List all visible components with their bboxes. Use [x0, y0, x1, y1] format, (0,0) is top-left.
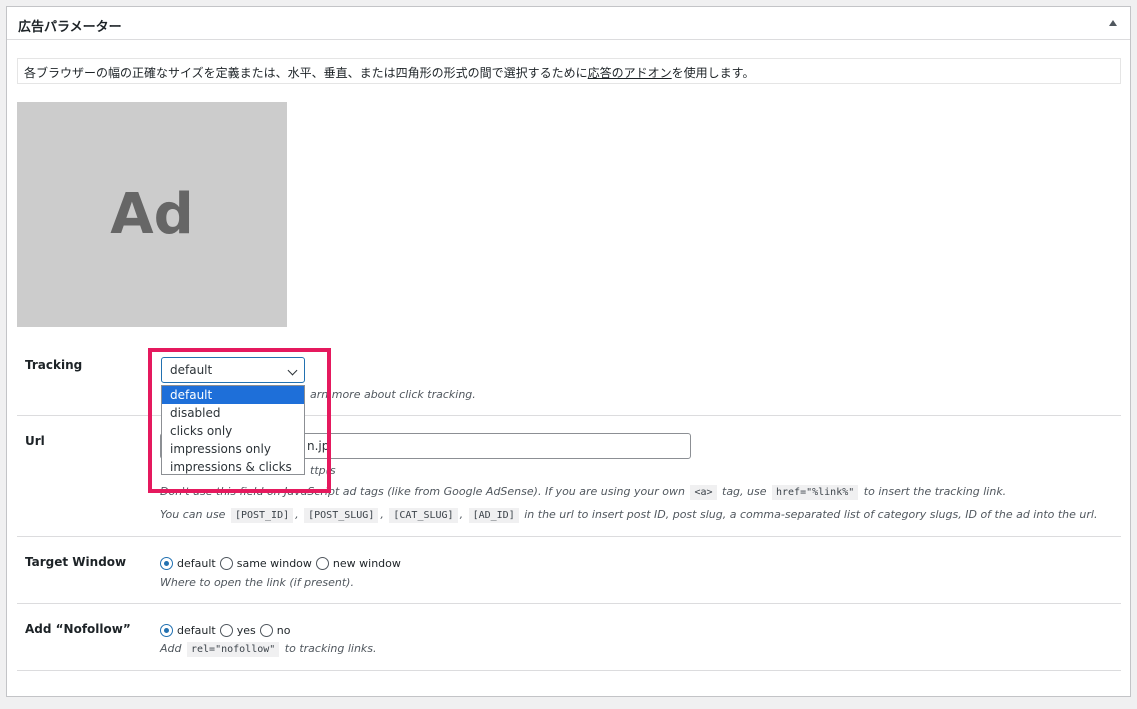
addon-link[interactable]: 応答のアドオン: [588, 66, 672, 80]
url-label: Url: [25, 434, 45, 448]
target-window-help: Where to open the link (if present).: [160, 576, 354, 589]
code-post-id: [POST_ID]: [230, 508, 294, 523]
tracking-label: Tracking: [25, 358, 83, 372]
url-desc1-mid: tag, use: [722, 485, 767, 498]
target-window-same-label[interactable]: same window: [237, 557, 312, 570]
tracking-select[interactable]: default: [161, 357, 305, 383]
ad-preview-image: Ad: [17, 102, 287, 327]
nofollow-no-radio[interactable]: [259, 624, 273, 637]
row-divider: [17, 603, 1121, 604]
nofollow-default-label[interactable]: default: [177, 624, 216, 637]
chevron-down-icon: [287, 365, 298, 376]
notice-text-before: 各ブラウザーの幅の正確なサイズを定義または、水平、垂直、または四角形の形式の間で…: [24, 66, 588, 80]
tracking-option-impressions-clicks[interactable]: impressions & clicks: [162, 458, 304, 476]
target-window-new-radio[interactable]: [315, 557, 329, 570]
ad-parameters-box: 広告パラメーター 各ブラウザーの幅の正確なサイズを定義または、水平、垂直、または…: [6, 6, 1131, 697]
url-input-value: n.jp: [307, 439, 330, 453]
row-divider: [17, 536, 1121, 537]
url-desc2-start: You can use: [160, 508, 226, 521]
target-window-default-radio[interactable]: [160, 557, 173, 570]
nofollow-default-radio[interactable]: [160, 624, 173, 637]
code-post-slug: [POST_SLUG]: [304, 508, 379, 523]
nofollow-help-start: Add: [160, 642, 182, 655]
postbox-title: 広告パラメーター: [18, 20, 122, 35]
ad-preview-text: Ad: [110, 182, 194, 247]
code-cat-slug: [CAT_SLUG]: [389, 508, 458, 523]
target-window-options: default same window new window: [160, 557, 405, 570]
postbox-header[interactable]: 広告パラメーター: [7, 7, 1130, 40]
url-desc1-end: to insert the tracking link.: [863, 485, 1007, 498]
notice-text-after: を使用します。: [671, 66, 755, 80]
tracking-option-impressions-only[interactable]: impressions only: [162, 440, 304, 458]
url-description-2: You can use [POST_ID], [POST_SLUG], [CAT…: [160, 508, 1098, 523]
url-description-1: Don't use this field on JavaScript ad ta…: [160, 485, 1007, 500]
sizing-notice: 各ブラウザーの幅の正確なサイズを定義または、水平、垂直、または四角形の形式の間で…: [17, 58, 1121, 84]
url-hint-partial: ttp(s: [310, 464, 336, 477]
code-rel-nofollow: rel="nofollow": [187, 642, 280, 657]
url-desc1-start: Don't use this field on JavaScript ad ta…: [160, 485, 685, 498]
nofollow-help-end: to tracking links.: [284, 642, 377, 655]
code-ad-id: [AD_ID]: [468, 508, 519, 523]
target-window-new-label[interactable]: new window: [333, 557, 401, 570]
tracking-option-default[interactable]: default: [162, 386, 304, 404]
nofollow-yes-radio[interactable]: [219, 624, 233, 637]
collapse-arrow-icon[interactable]: [1109, 20, 1117, 26]
nofollow-options: default yes no: [160, 624, 294, 637]
tracking-option-clicks-only[interactable]: clicks only: [162, 422, 304, 440]
target-window-same-radio[interactable]: [219, 557, 233, 570]
code-href-link: href="%link%": [772, 485, 859, 500]
nofollow-no-label[interactable]: no: [277, 624, 291, 637]
nofollow-yes-label[interactable]: yes: [237, 624, 256, 637]
row-divider: [17, 670, 1121, 671]
tracking-help-partial: arn more about click tracking.: [310, 388, 476, 401]
tracking-option-disabled[interactable]: disabled: [162, 404, 304, 422]
target-window-default-label[interactable]: default: [177, 557, 216, 570]
url-desc2-end: in the url to insert post ID, post slug,…: [524, 508, 1098, 521]
target-window-label: Target Window: [25, 555, 127, 569]
tracking-select-value: default: [170, 363, 213, 377]
nofollow-label: Add “Nofollow”: [25, 622, 131, 636]
code-a-tag: <a>: [690, 485, 717, 500]
nofollow-help: Add rel="nofollow" to tracking links.: [160, 642, 377, 657]
tracking-dropdown-list: default disabled clicks only impressions…: [161, 385, 305, 475]
